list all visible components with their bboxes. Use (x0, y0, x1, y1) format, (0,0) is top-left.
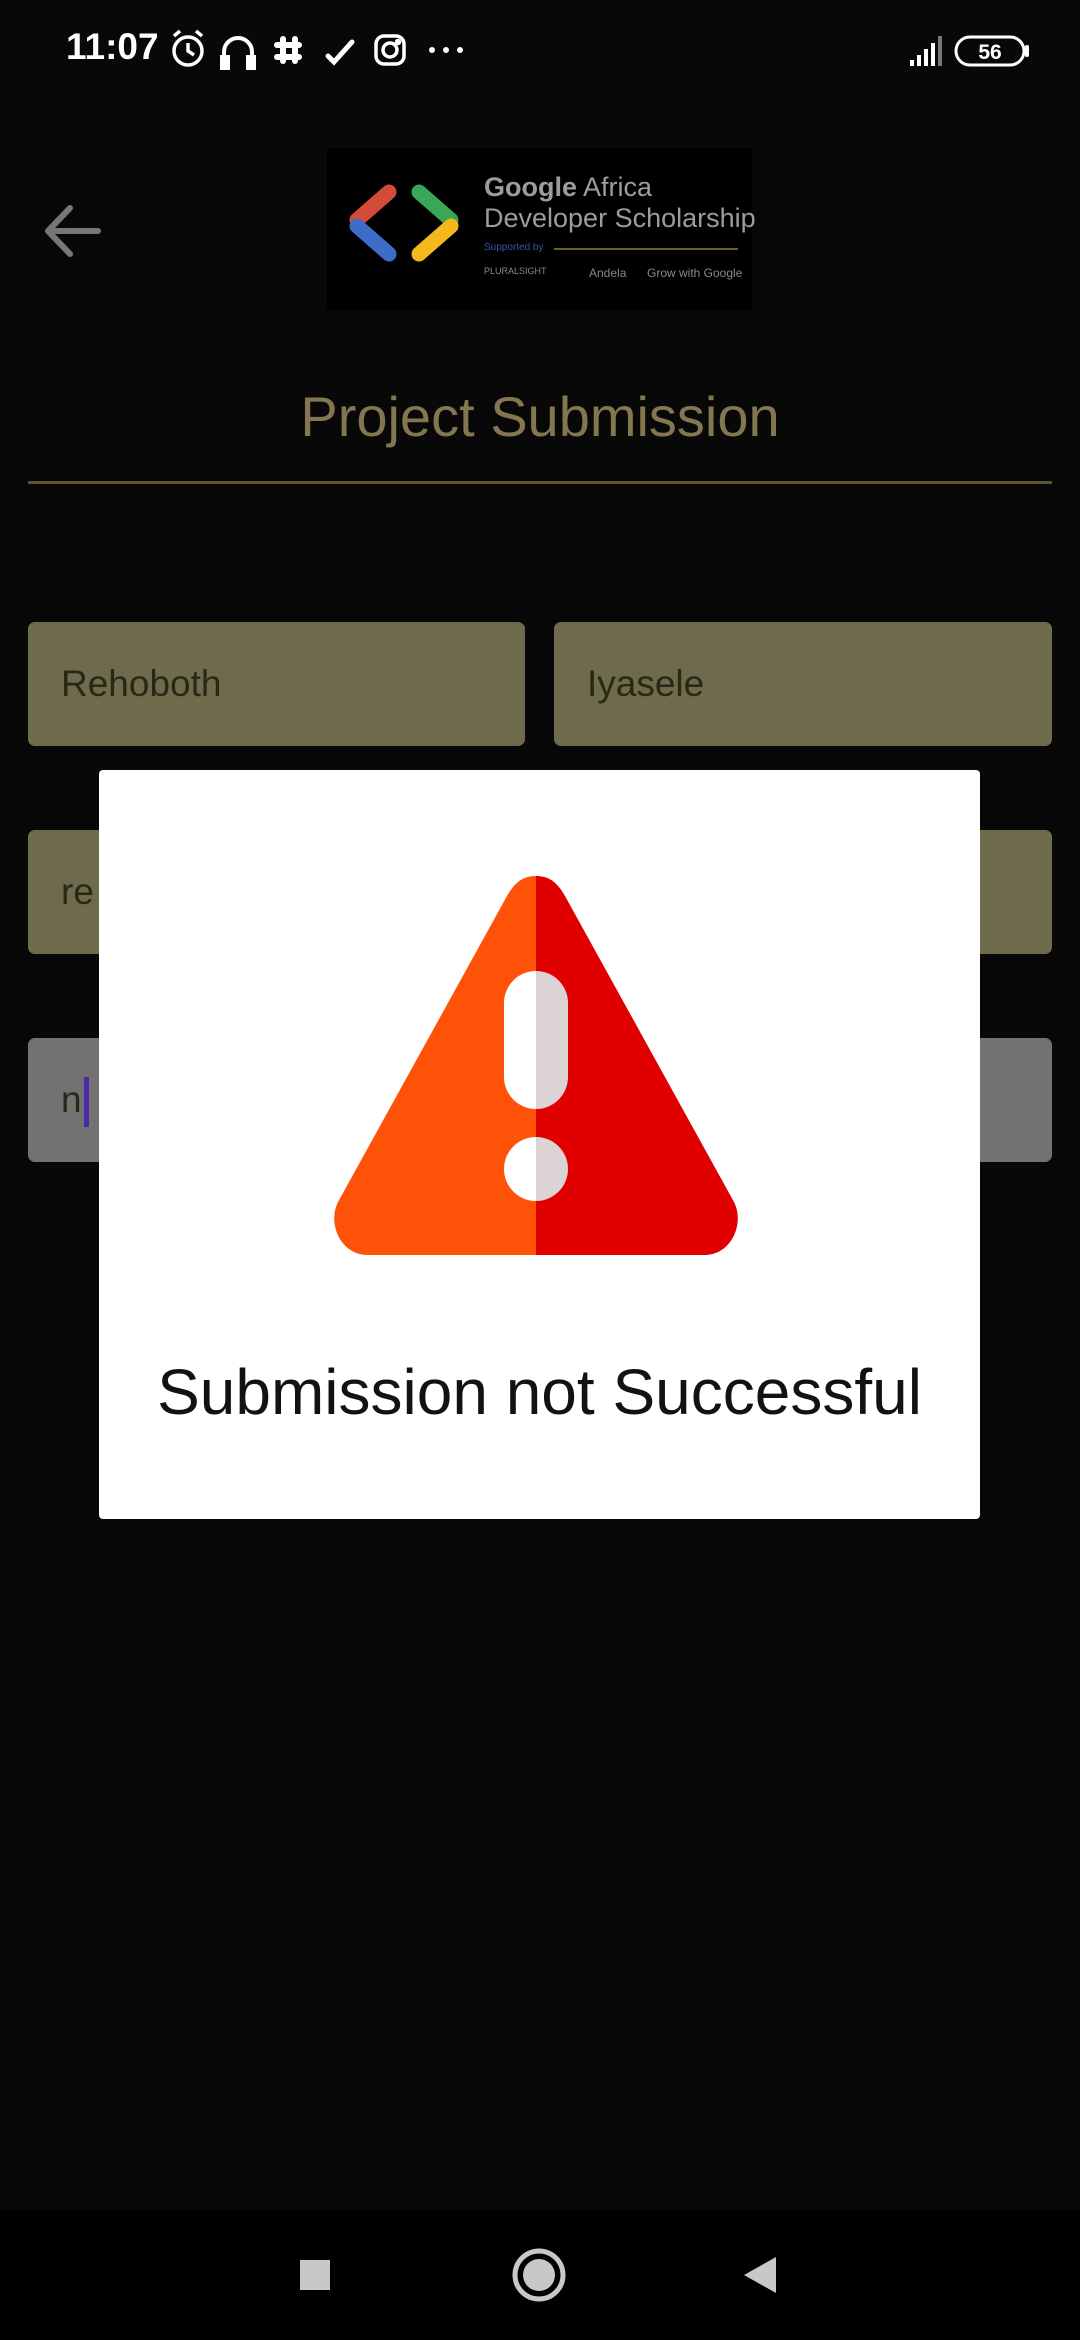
triangle-back-icon (744, 2257, 776, 2293)
banner-divider (554, 248, 738, 250)
back-button[interactable] (38, 196, 108, 266)
text-cursor (83, 1077, 89, 1128)
first-name-field[interactable]: Rehoboth (28, 622, 525, 746)
banner-title-line2: Developer Scholarship (484, 203, 756, 233)
check-icon (325, 39, 355, 66)
error-dialog: Submission not Successful (99, 770, 980, 1519)
banner-supported-by: Supported by (484, 242, 544, 253)
signal-icon (910, 36, 942, 66)
page-title: Project Submission (300, 385, 780, 448)
sponsor-grow-with-google: Grow with Google (647, 266, 743, 280)
headphones-icon (220, 36, 256, 70)
status-time: 11:07 (66, 26, 159, 67)
status-icons (172, 29, 463, 70)
banner-title-line1: Google Africa (484, 172, 653, 202)
recents-button[interactable] (285, 2245, 345, 2305)
dialog-message: Submission not Successful (157, 1356, 922, 1428)
home-button[interactable] (509, 2245, 569, 2305)
instagram-icon (374, 34, 406, 66)
gads-logo-icon (349, 184, 459, 262)
slack-icon (274, 36, 302, 64)
battery-level: 56 (978, 41, 1001, 64)
title-divider (28, 481, 1052, 484)
circle-icon (512, 2248, 566, 2302)
more-icon (429, 47, 463, 53)
navigation-bar (0, 2210, 1080, 2340)
square-icon (300, 2260, 330, 2290)
status-bar: 11:07 56 (0, 0, 1080, 100)
project-link-text: n (61, 1079, 82, 1120)
arrow-left-icon (45, 205, 101, 257)
warning-triangle-icon (334, 876, 738, 1255)
scholarship-banner: Google Africa Developer Scholarship Supp… (327, 148, 756, 310)
sponsor-andela: Andela (589, 266, 627, 280)
last-name-field[interactable]: Iyasele (554, 622, 1052, 746)
sponsor-pluralsight: PLURALSIGHT (484, 266, 547, 276)
alarm-icon (172, 29, 204, 67)
status-right-icons: 56 (910, 35, 1029, 67)
nav-back-button[interactable] (730, 2245, 790, 2305)
